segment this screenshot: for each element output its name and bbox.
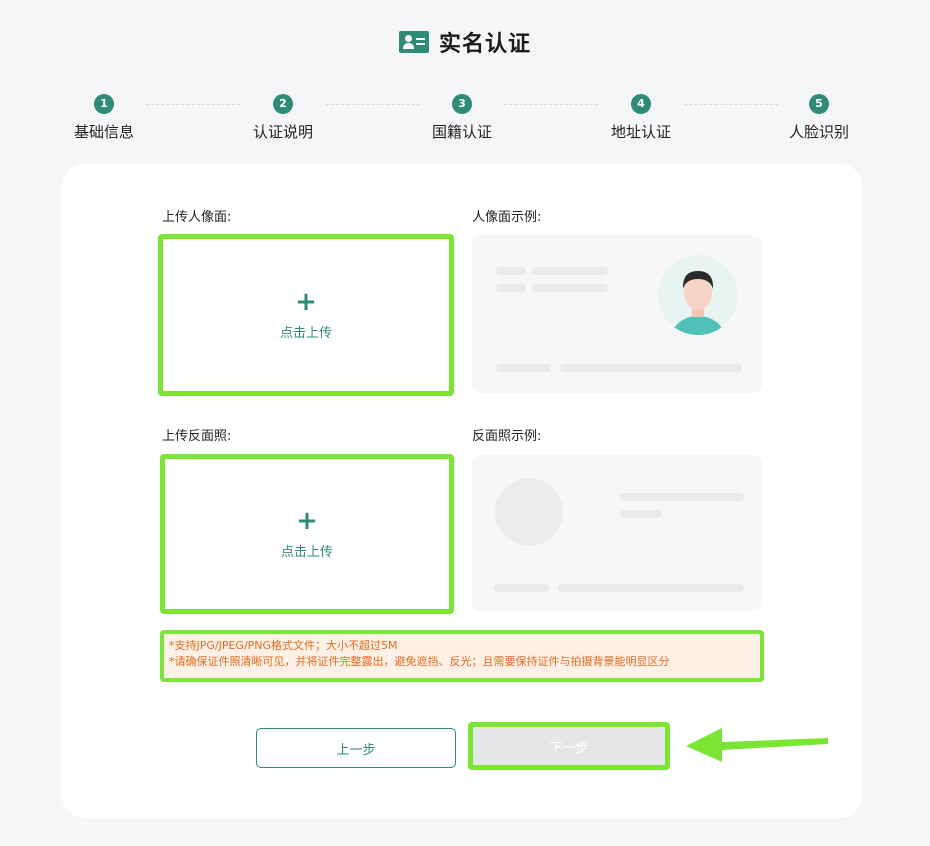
step-label: 国籍认证 xyxy=(431,123,492,141)
portrait-avatar xyxy=(658,255,738,335)
step-2: 2 认证说明 xyxy=(233,94,333,142)
page-header: 实名认证 xyxy=(0,26,930,58)
page-title: 实名认证 xyxy=(438,32,531,57)
step-connector xyxy=(146,104,240,105)
step-number: 5 xyxy=(809,94,829,114)
front-sample-label: 人像面示例: xyxy=(472,210,542,225)
step-number: 1 xyxy=(94,94,114,114)
plus-icon: + xyxy=(295,286,317,317)
upload-tips: *支持JPG/JPEG/PNG格式文件；大小不超过5M *请确保证件照清晰可见，… xyxy=(160,630,764,682)
step-connector xyxy=(504,104,598,105)
step-5: 5 人脸识别 xyxy=(769,94,869,142)
front-upload-label: 上传人像面: xyxy=(162,210,232,225)
step-label: 人脸识别 xyxy=(788,123,849,141)
back-upload-box[interactable]: + 点击上传 xyxy=(160,454,454,614)
step-label: 地址认证 xyxy=(610,123,671,141)
step-3: 3 国籍认证 xyxy=(412,94,512,142)
step-label: 认证说明 xyxy=(252,123,313,141)
back-sample-card xyxy=(472,455,762,611)
click-upload-text: 点击上传 xyxy=(279,325,332,341)
click-upload-text: 点击上传 xyxy=(280,544,333,560)
step-1: 1 基础信息 xyxy=(54,94,154,142)
upload-card: 上传人像面: 人像面示例: + 点击上传 上传反面照: 反面照示例: + 点击上… xyxy=(62,164,862,818)
id-card-icon xyxy=(398,31,429,53)
step-number: 3 xyxy=(452,94,472,114)
step-connector xyxy=(684,104,778,105)
step-4: 4 地址认证 xyxy=(591,94,691,142)
front-upload-box[interactable]: + 点击上传 xyxy=(158,234,454,396)
step-connector xyxy=(326,104,420,105)
next-step-button[interactable]: 下一步 xyxy=(468,722,670,770)
step-number: 4 xyxy=(631,94,651,114)
step-label: 基础信息 xyxy=(73,123,134,141)
front-sample-card xyxy=(472,235,762,393)
emblem-placeholder xyxy=(495,478,563,546)
back-upload-label: 上传反面照: xyxy=(162,429,232,444)
plus-icon: + xyxy=(296,505,318,536)
prev-step-button[interactable]: 上一步 xyxy=(256,728,456,768)
tip-line: *请确保证件照清晰可见，并将证件完整露出，避免遮挡、反光；且需要保持证件与拍摄背… xyxy=(169,655,670,668)
back-sample-label: 反面照示例: xyxy=(472,429,542,444)
tip-line: *支持JPG/JPEG/PNG格式文件；大小不超过5M xyxy=(169,639,398,652)
progress-steps: 1 基础信息 2 认证说明 3 国籍认证 4 地址认证 5 人脸识别 xyxy=(0,94,930,144)
step-number: 2 xyxy=(273,94,293,114)
annotation-arrow-icon xyxy=(686,728,828,762)
